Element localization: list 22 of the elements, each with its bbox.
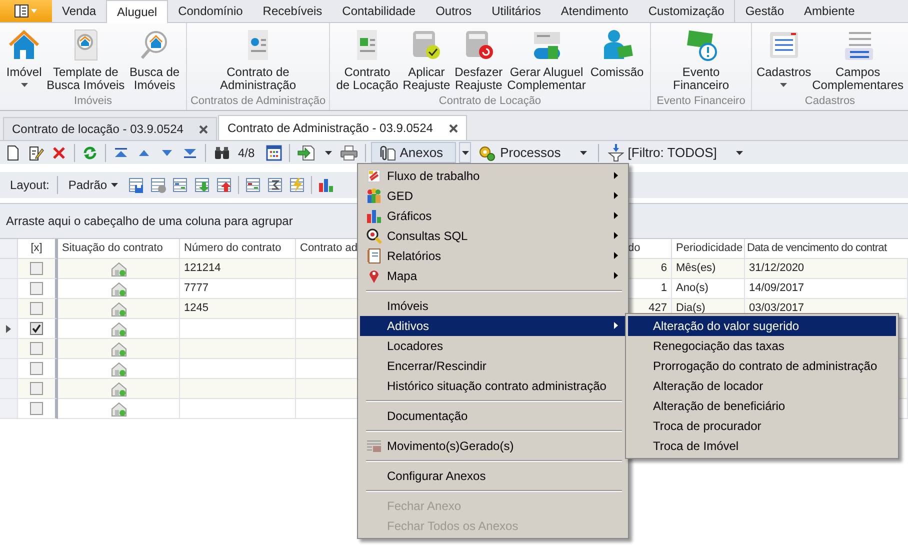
group-title: Evento Financeiro [656, 94, 746, 109]
group-title: Contratos de Administração [190, 94, 326, 109]
table-cell-text: 1245 [184, 301, 208, 316]
table-cell-text: 7777 [184, 281, 208, 296]
group-title: Cadastros [804, 94, 856, 109]
table-cell-text: Ano(s) [676, 281, 708, 296]
group-title: Contrato de Locação [438, 94, 542, 109]
tab-title: Contrato de Administração - 03.9.0524 [227, 121, 433, 135]
table-cell-text: 03/03/2017 [749, 301, 804, 316]
group-by-hint: Arraste aqui o cabeçalho de uma coluna para agrupar [6, 214, 293, 228]
table-cell-text: 427 [648, 301, 667, 316]
table-cell-text: Mês(es) [676, 261, 716, 276]
record-counter: 4/8 [238, 146, 255, 160]
table-cell-text: 1 [660, 281, 667, 296]
layout-label: Layout: [9, 178, 50, 192]
group-title: Imóveis [74, 94, 112, 109]
table-cell-text: 121214 [184, 261, 221, 276]
tab-title: Contrato de locação - 03.9.0524 [12, 122, 184, 136]
table-cell-text: 14/09/2017 [749, 281, 804, 296]
table-cell-text: Dia(s) [676, 301, 706, 316]
table-cell-text: 6 [660, 261, 667, 276]
table-cell-text: 31/12/2020 [749, 261, 804, 276]
